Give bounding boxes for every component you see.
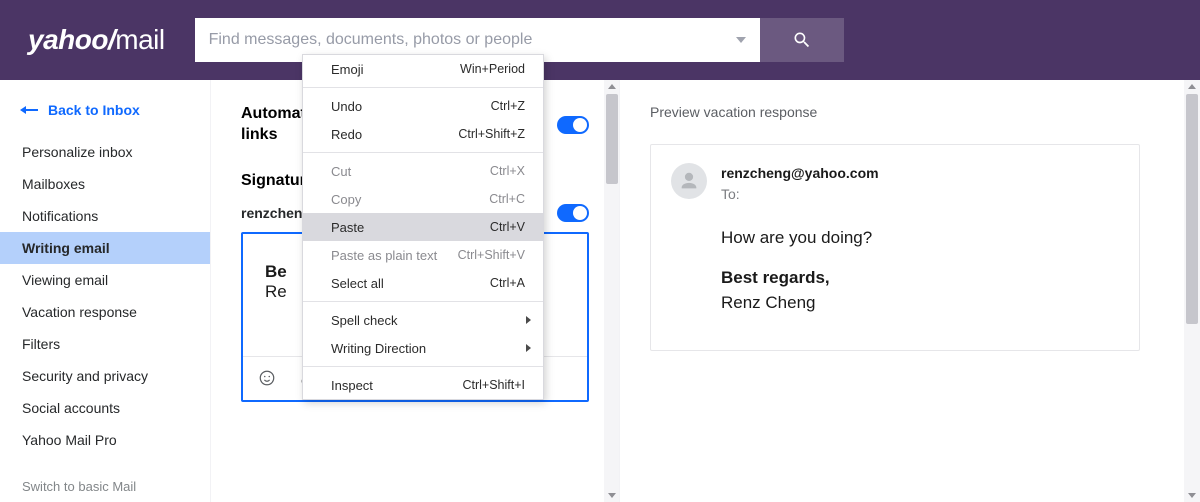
- signature-account-label: renzcheng: [241, 205, 311, 221]
- context-menu-label: Inspect: [331, 378, 373, 393]
- preview-body: How are you doing? Best regards, Renz Ch…: [721, 225, 1119, 316]
- context-menu-label: Spell check: [331, 313, 397, 328]
- settings-scrollbar[interactable]: [604, 80, 620, 502]
- context-menu-shortcut: Ctrl+Z: [491, 99, 525, 113]
- search-dropdown-caret-icon[interactable]: [736, 37, 746, 43]
- auto-link-label: Automat links: [241, 104, 306, 146]
- context-menu-item[interactable]: Writing Direction: [303, 334, 543, 362]
- context-menu-shortcut: Ctrl+Shift+I: [462, 378, 525, 392]
- context-menu-label: Cut: [331, 164, 351, 179]
- context-menu-label: Redo: [331, 127, 362, 142]
- signature-toggle[interactable]: [557, 204, 589, 222]
- search-icon: [792, 30, 812, 50]
- context-menu-shortcut: Win+Period: [460, 62, 525, 76]
- sidebar-item-vacation-response[interactable]: Vacation response: [0, 296, 210, 328]
- preview-from-email: renzcheng@yahoo.com: [721, 163, 879, 184]
- emoji-icon[interactable]: [257, 369, 277, 387]
- yahoo-mail-logo[interactable]: yahoo/mail: [28, 24, 165, 56]
- context-menu-item[interactable]: Select all Ctrl+A: [303, 269, 543, 297]
- auto-link-toggle[interactable]: [557, 116, 589, 134]
- sidebar-item-mailboxes[interactable]: Mailboxes: [0, 168, 210, 200]
- context-menu-item: Paste as plain text Ctrl+Shift+V: [303, 241, 543, 269]
- preview-from-row: renzcheng@yahoo.com To:: [671, 163, 1119, 205]
- context-menu-separator: [303, 366, 543, 367]
- context-menu-item[interactable]: Spell check: [303, 306, 543, 334]
- header-bar: yahoo/mail: [0, 0, 1200, 80]
- context-menu-item: Copy Ctrl+C: [303, 185, 543, 213]
- context-menu-item: Cut Ctrl+X: [303, 157, 543, 185]
- context-menu-label: Undo: [331, 99, 362, 114]
- sidebar-item-security-and-privacy[interactable]: Security and privacy: [0, 360, 210, 392]
- context-menu-item[interactable]: Paste Ctrl+V: [303, 213, 543, 241]
- context-menu-shortcut: Ctrl+Shift+Z: [458, 127, 525, 141]
- logo-brand: yahoo: [28, 24, 108, 55]
- context-menu-shortcut: Ctrl+Shift+V: [458, 248, 525, 262]
- context-menu-shortcut: Ctrl+V: [490, 220, 525, 234]
- sidebar-item-viewing-email[interactable]: Viewing email: [0, 264, 210, 296]
- sidebar-item-personalize-inbox[interactable]: Personalize inbox: [0, 136, 210, 168]
- preview-signoff: Best regards,: [721, 265, 1119, 291]
- context-menu-label: Select all: [331, 276, 384, 291]
- preview-scrollbar[interactable]: [1184, 80, 1200, 502]
- back-arrow-icon: [22, 109, 38, 111]
- context-menu-separator: [303, 152, 543, 153]
- context-menu-label: Emoji: [331, 62, 364, 77]
- context-menu[interactable]: Emoji Win+Period Undo Ctrl+Z Redo Ctrl+Shift+…: [302, 54, 544, 400]
- settings-sidebar: Back to Inbox Personalize inbox Mailboxe…: [0, 80, 210, 502]
- switch-to-basic-mail-link[interactable]: Switch to basic Mail: [22, 479, 136, 494]
- sidebar-item-yahoo-mail-pro[interactable]: Yahoo Mail Pro: [0, 424, 210, 456]
- context-menu-item[interactable]: Undo Ctrl+Z: [303, 92, 543, 120]
- preview-title: Preview vacation response: [650, 104, 1170, 120]
- context-menu-item[interactable]: Emoji Win+Period: [303, 55, 543, 83]
- sidebar-item-notifications[interactable]: Notifications: [0, 200, 210, 232]
- context-menu-item[interactable]: Redo Ctrl+Shift+Z: [303, 120, 543, 148]
- preview-name: Renz Cheng: [721, 290, 1119, 316]
- context-menu-label: Paste: [331, 220, 364, 235]
- context-menu-separator: [303, 87, 543, 88]
- logo-product: mail: [115, 24, 164, 55]
- search-button[interactable]: [760, 18, 844, 62]
- context-menu-separator: [303, 301, 543, 302]
- back-to-inbox-link[interactable]: Back to Inbox: [0, 94, 210, 136]
- sidebar-item-writing-email[interactable]: Writing email: [0, 232, 210, 264]
- preview-to-label: To:: [721, 184, 879, 205]
- sidebar-item-social-accounts[interactable]: Social accounts: [0, 392, 210, 424]
- avatar-icon: [671, 163, 707, 199]
- sidebar-item-filters[interactable]: Filters: [0, 328, 210, 360]
- back-to-inbox-label: Back to Inbox: [48, 102, 140, 118]
- search-input[interactable]: [209, 31, 726, 49]
- context-menu-label: Writing Direction: [331, 341, 426, 356]
- context-menu-label: Paste as plain text: [331, 248, 437, 263]
- preview-pane: Preview vacation response renzcheng@yaho…: [620, 80, 1200, 502]
- preview-greeting: How are you doing?: [721, 225, 1119, 251]
- context-menu-shortcut: Ctrl+C: [489, 192, 525, 206]
- context-menu-shortcut: Ctrl+A: [490, 276, 525, 290]
- context-menu-item[interactable]: Inspect Ctrl+Shift+I: [303, 371, 543, 399]
- preview-card: renzcheng@yahoo.com To: How are you doin…: [650, 144, 1140, 351]
- context-menu-label: Copy: [331, 192, 361, 207]
- context-menu-shortcut: Ctrl+X: [490, 164, 525, 178]
